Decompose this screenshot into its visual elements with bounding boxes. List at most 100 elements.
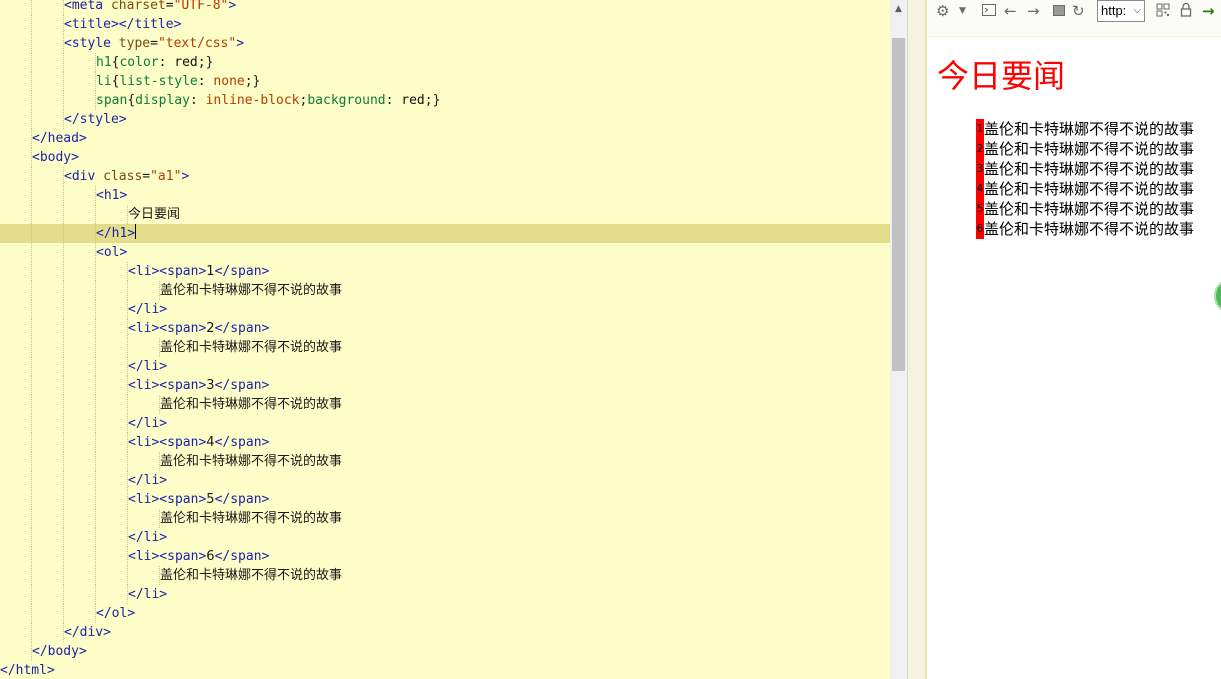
code-token: 4: [206, 435, 215, 450]
indent-guide: [63, 566, 64, 585]
forward-arrow-icon[interactable]: →: [1027, 2, 1040, 20]
code-line[interactable]: <li><span>4</span>: [0, 433, 890, 452]
code-line[interactable]: </li>: [0, 585, 890, 604]
code-line[interactable]: 盖伦和卡特琳娜不得不说的故事: [0, 509, 890, 528]
code-token: :: [197, 74, 214, 89]
lock-icon[interactable]: [1179, 2, 1193, 20]
indent-guide: [63, 604, 64, 623]
indent-guide: [63, 205, 64, 224]
code-line[interactable]: </ol>: [0, 604, 890, 623]
code-token: </head>: [32, 131, 87, 146]
indent-guide: [95, 509, 96, 528]
code-line[interactable]: <title></title>: [0, 15, 890, 34]
code-token: <style: [64, 36, 119, 51]
indent-guide: [63, 376, 64, 395]
code-line[interactable]: 盖伦和卡特琳娜不得不说的故事: [0, 395, 890, 414]
indent-guide: [127, 414, 128, 433]
code-line[interactable]: span{display: inline-block;background: r…: [0, 91, 890, 110]
code-line-content: </h1>: [96, 224, 137, 243]
console-icon[interactable]: [981, 2, 997, 20]
code-line-current[interactable]: </h1>: [0, 224, 890, 243]
code-line[interactable]: <li><span>3</span>: [0, 376, 890, 395]
indent-guide: [95, 414, 96, 433]
indent-guide: [127, 547, 128, 566]
indent-guide: [127, 319, 128, 338]
code-token: </li>: [128, 587, 168, 602]
code-token: </span>: [214, 435, 270, 450]
stop-icon[interactable]: [1052, 2, 1066, 20]
scroll-up-arrow-icon[interactable]: ▲: [890, 0, 907, 17]
indent-guide: [159, 452, 160, 471]
indent-guide: [31, 642, 32, 661]
code-line-content: </style>: [64, 110, 127, 129]
code-line-content: </li>: [128, 300, 167, 319]
code-line-content: <li><span>3</span>: [128, 376, 269, 395]
indent-guide: [95, 604, 96, 623]
floating-action-button[interactable]: [1214, 278, 1221, 314]
indent-guide: [95, 528, 96, 547]
code-line[interactable]: <div class="a1">: [0, 167, 890, 186]
dropdown-caret-icon[interactable]: ▼: [959, 2, 966, 20]
code-line[interactable]: </li>: [0, 357, 890, 376]
code-token: :: [189, 93, 206, 108]
code-token: 盖伦和卡特琳娜不得不说的故事: [160, 283, 343, 298]
news-list-item: 5盖伦和卡特琳娜不得不说的故事: [976, 199, 1194, 219]
code-line[interactable]: </style>: [0, 110, 890, 129]
indent-guide: [95, 53, 96, 72]
pane-splitter[interactable]: [907, 0, 925, 679]
indent-guide: [95, 186, 96, 205]
code-line[interactable]: 盖伦和卡特琳娜不得不说的故事: [0, 566, 890, 585]
gear-icon[interactable]: ⚙: [936, 2, 949, 20]
code-line[interactable]: </html>: [0, 661, 890, 679]
code-line[interactable]: <body>: [0, 148, 890, 167]
code-line[interactable]: </li>: [0, 528, 890, 547]
code-token: 盖伦和卡特琳娜不得不说的故事: [160, 511, 343, 526]
indent-guide: [63, 34, 64, 53]
editor-scrollbar[interactable]: ▲: [890, 0, 907, 679]
code-line[interactable]: <style type="text/css">: [0, 34, 890, 53]
news-title: 盖伦和卡特琳娜不得不说的故事: [984, 160, 1195, 178]
indent-guide: [63, 281, 64, 300]
code-token: =: [150, 36, 158, 51]
code-line[interactable]: </body>: [0, 642, 890, 661]
indent-guide: [159, 395, 160, 414]
code-line[interactable]: 盖伦和卡特琳娜不得不说的故事: [0, 281, 890, 300]
code-line-content: <div class="a1">: [64, 167, 189, 186]
indent-guide: [127, 376, 128, 395]
code-token: </body>: [32, 644, 87, 659]
code-line[interactable]: 今日要闻: [0, 205, 890, 224]
refresh-icon[interactable]: ↻: [1072, 2, 1085, 20]
code-line[interactable]: </li>: [0, 300, 890, 319]
code-line[interactable]: <li><span>1</span>: [0, 262, 890, 281]
news-number-badge: 3: [976, 159, 984, 179]
code-token: </span>: [214, 378, 270, 393]
code-line[interactable]: <meta charset="UTF-8">: [0, 0, 890, 15]
code-line[interactable]: <h1>: [0, 186, 890, 205]
code-token: <meta: [64, 0, 111, 13]
back-arrow-icon[interactable]: ←: [1004, 2, 1017, 20]
code-line[interactable]: <li><span>5</span>: [0, 490, 890, 509]
code-line[interactable]: <li><span>6</span>: [0, 547, 890, 566]
scrollbar-thumb[interactable]: [892, 38, 905, 371]
code-line[interactable]: 盖伦和卡特琳娜不得不说的故事: [0, 452, 890, 471]
news-list-item: 1盖伦和卡特琳娜不得不说的故事: [976, 119, 1194, 139]
qr-code-icon[interactable]: [1156, 2, 1170, 20]
code-line[interactable]: <ol>: [0, 243, 890, 262]
code-line[interactable]: h1{color: red;}: [0, 53, 890, 72]
go-arrow-icon[interactable]: →: [1202, 2, 1215, 20]
code-editor[interactable]: <meta charset="UTF-8"> <title></title> <st…: [0, 0, 890, 679]
code-line[interactable]: <li><span>2</span>: [0, 319, 890, 338]
code-line[interactable]: 盖伦和卡特琳娜不得不说的故事: [0, 338, 890, 357]
url-protocol-select[interactable]: http: ⌵: [1097, 0, 1145, 22]
code-line[interactable]: </head>: [0, 129, 890, 148]
code-line[interactable]: </div>: [0, 623, 890, 642]
indent-guide: [159, 281, 160, 300]
code-token: class: [103, 169, 143, 184]
indent-guide: [127, 395, 128, 414]
news-number-badge: 1: [976, 119, 984, 139]
code-line[interactable]: </li>: [0, 414, 890, 433]
indent-guide: [95, 205, 96, 224]
code-line[interactable]: </li>: [0, 471, 890, 490]
code-line[interactable]: li{list-style: none;}: [0, 72, 890, 91]
code-token: 盖伦和卡特琳娜不得不说的故事: [160, 454, 343, 469]
